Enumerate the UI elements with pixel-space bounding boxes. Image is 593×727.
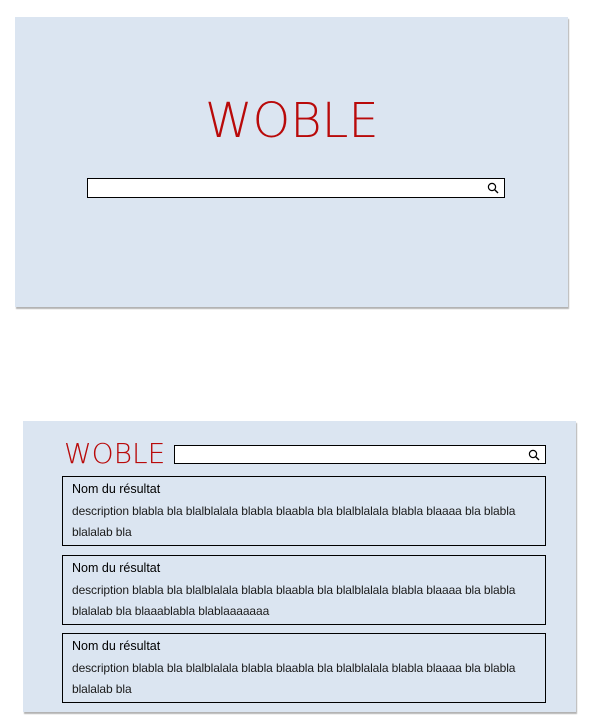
result-description: description blabla bla blalblalala blabl… (72, 504, 516, 539)
home-search-bar[interactable] (87, 178, 505, 198)
home-logo: WOBLE (205, 93, 379, 149)
result-description: description blabla bla blalblalala blabl… (72, 583, 516, 618)
home-panel: WOBLE (15, 17, 568, 307)
result-title[interactable]: Nom du résultat (72, 482, 536, 497)
result-item[interactable]: Nom du résultat description blabla bla b… (62, 476, 546, 546)
result-title[interactable]: Nom du résultat (72, 561, 536, 576)
home-search-input[interactable] (88, 179, 482, 197)
results-panel: WOBLE Nom du résultat description blabla… (23, 421, 576, 712)
result-description: description blabla bla blalblalala blabl… (72, 661, 516, 696)
results-search-input[interactable] (175, 446, 523, 463)
results-logo[interactable]: WOBLE (64, 440, 165, 468)
search-icon[interactable] (528, 449, 540, 461)
result-title[interactable]: Nom du résultat (72, 639, 536, 654)
result-item[interactable]: Nom du résultat description blabla bla b… (62, 555, 546, 625)
search-icon[interactable] (487, 182, 499, 194)
results-search-bar[interactable] (174, 445, 546, 464)
result-item[interactable]: Nom du résultat description blabla bla b… (62, 633, 546, 703)
